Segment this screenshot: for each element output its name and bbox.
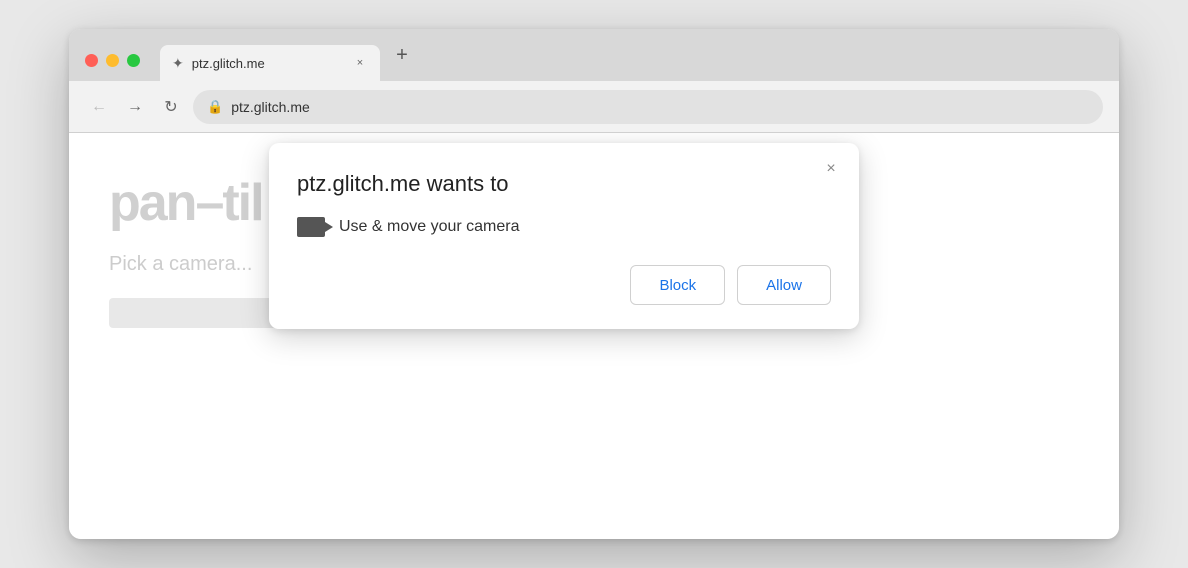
permission-popup: × ptz.glitch.me wants to Use & move your… xyxy=(269,143,859,329)
minimize-window-button[interactable] xyxy=(106,54,119,67)
block-button[interactable]: Block xyxy=(630,265,725,305)
tab-title: ptz.glitch.me xyxy=(192,56,344,71)
lock-icon: 🔒 xyxy=(207,99,223,115)
close-window-button[interactable] xyxy=(85,54,98,67)
back-icon: ← xyxy=(91,98,107,116)
permission-row: Use & move your camera xyxy=(297,217,831,237)
popup-close-button[interactable]: × xyxy=(819,157,843,181)
forward-button[interactable]: → xyxy=(121,93,149,121)
reload-button[interactable]: ↻ xyxy=(157,93,185,121)
back-button[interactable]: ← xyxy=(85,93,113,121)
reload-icon: ↻ xyxy=(164,97,177,117)
new-tab-button[interactable]: + xyxy=(388,41,416,69)
browser-tab[interactable]: ✦ ptz.glitch.me × xyxy=(160,45,380,81)
browser-window: ✦ ptz.glitch.me × + ← → ↻ 🔒 ptz.glitch.m… xyxy=(69,29,1119,539)
address-bar: ← → ↻ 🔒 ptz.glitch.me xyxy=(69,81,1119,133)
page-bg-select xyxy=(109,298,289,328)
url-bar[interactable]: 🔒 ptz.glitch.me xyxy=(193,90,1103,124)
permission-text: Use & move your camera xyxy=(339,218,520,236)
page-bg-subtext: Pick a camera... xyxy=(109,253,252,276)
popup-buttons: Block Allow xyxy=(297,265,831,305)
url-text: ptz.glitch.me xyxy=(231,99,310,115)
tab-bar: ✦ ptz.glitch.me × + xyxy=(69,29,1119,81)
window-controls xyxy=(85,54,140,67)
camera-icon xyxy=(297,217,325,237)
maximize-window-button[interactable] xyxy=(127,54,140,67)
tab-close-button[interactable]: × xyxy=(352,55,368,71)
popup-title: ptz.glitch.me wants to xyxy=(297,171,831,197)
page-bg-heading: pan–til xyxy=(109,173,263,233)
forward-icon: → xyxy=(127,98,143,116)
tab-drag-icon: ✦ xyxy=(172,55,184,72)
allow-button[interactable]: Allow xyxy=(737,265,831,305)
page-content: pan–til Pick a camera... × ptz.glitch.me… xyxy=(69,133,1119,539)
